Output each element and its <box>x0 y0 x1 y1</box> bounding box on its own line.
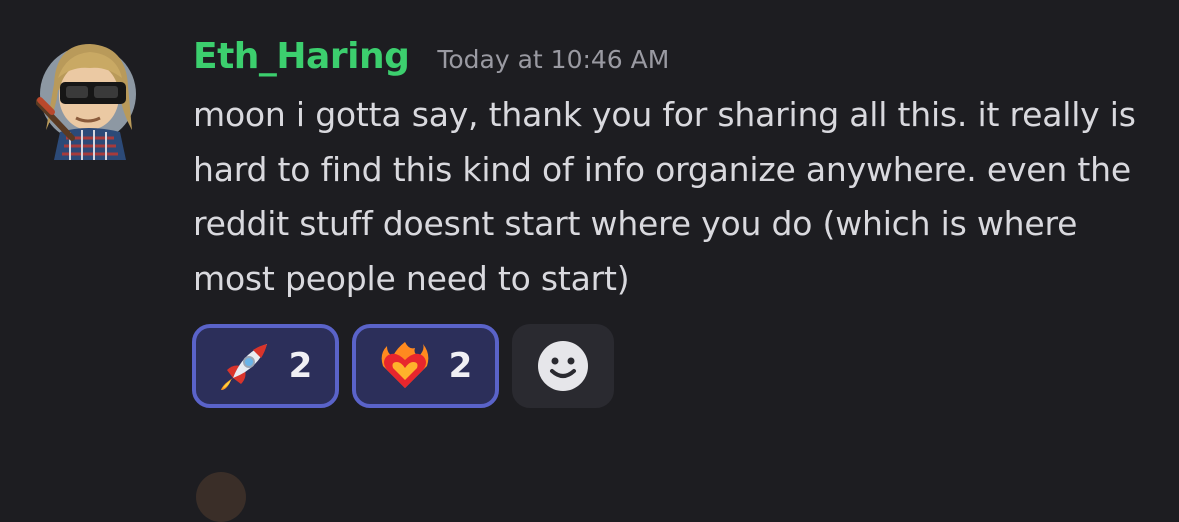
rocket-icon <box>220 344 267 390</box>
username[interactable]: Eth_Haring <box>193 36 410 77</box>
timestamp: Today at 10:46 AM <box>437 45 670 74</box>
reaction-count: 2 <box>448 346 473 386</box>
reaction-count: 2 <box>288 346 313 386</box>
message-header: Eth_Haring Today at 10:46 AM <box>193 36 669 82</box>
reaction-rocket[interactable]: 2 <box>192 324 339 408</box>
message-text: moon i gotta say, thank you for sharing … <box>193 95 1136 298</box>
heart-on-fire-icon <box>381 342 428 388</box>
smiley-icon <box>538 341 588 391</box>
add-reaction-button[interactable] <box>512 324 614 408</box>
reaction-heart-on-fire[interactable]: 2 <box>352 324 499 408</box>
reaction-bar: 2 2 <box>192 324 614 408</box>
user-avatar[interactable] <box>36 38 140 160</box>
chat-message: Eth_Haring Today at 10:46 AM moon i gott… <box>0 0 1179 522</box>
